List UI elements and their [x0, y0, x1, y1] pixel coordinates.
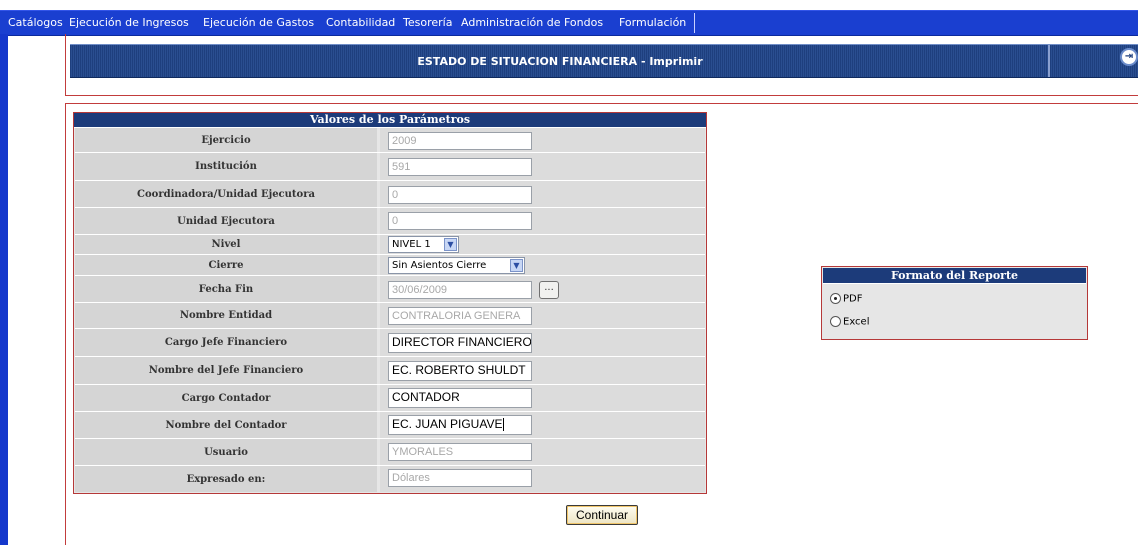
menu-formulacion[interactable]: Formulación [619, 16, 686, 29]
param-row-nombre-entidad: Nombre Entidad CONTRALORIA GENERA [75, 303, 705, 329]
page-title: ESTADO DE SITUACION FINANCIERA - Imprimi… [417, 55, 703, 68]
top-menu-bar: Catálogos Ejecución de Ingresos Ejecució… [0, 10, 1138, 36]
menu-administracion-fondos[interactable]: Administración de Fondos [461, 16, 603, 29]
param-row-coordinadora: Coordinadora/Unidad Ejecutora 0 [75, 181, 705, 208]
radio-selected-icon[interactable] [830, 293, 841, 304]
menu-tesoreria[interactable]: Tesorería [403, 16, 452, 29]
param-row-cargo-jefe: Cargo Jefe Financiero DIRECTOR FINANCIER… [75, 329, 705, 357]
menu-contabilidad[interactable]: Contabilidad [326, 16, 395, 29]
header-divider [1048, 45, 1050, 77]
radio-unselected-icon[interactable] [830, 316, 841, 327]
param-label: Cargo Contador [75, 385, 377, 411]
param-row-expresado: Expresado en: Dólares [75, 466, 705, 492]
report-format-panel: Formato del Reporte PDF Excel [821, 266, 1088, 340]
format-option-label: PDF [843, 293, 863, 305]
param-row-nombre-jefe: Nombre del Jefe Financiero EC. ROBERTO S… [75, 357, 705, 385]
nombre-entidad-input[interactable]: CONTRALORIA GENERA [388, 307, 532, 325]
cargo-jefe-input[interactable]: DIRECTOR FINANCIERO [388, 333, 532, 353]
param-label: Nombre del Contador [75, 412, 377, 438]
cierre-select[interactable]: Sin Asientos Cierre ▼ [388, 257, 525, 274]
menu-ejecucion-ingresos[interactable]: Ejecución de Ingresos [69, 16, 189, 29]
nivel-select-value: NIVEL 1 [392, 239, 431, 250]
param-row-institucion: Institución 591 [75, 153, 705, 181]
menu-divider [694, 13, 695, 33]
param-row-nivel: Nivel NIVEL 1 ▼ [75, 235, 705, 255]
format-option-excel[interactable]: Excel [830, 316, 870, 328]
param-row-cierre: Cierre Sin Asientos Cierre ▼ [75, 255, 705, 276]
nombre-contador-value: EC. JUAN PIGUAVE [392, 417, 503, 431]
page-header: ESTADO DE SITUACION FINANCIERA - Imprimi… [70, 44, 1138, 78]
expresado-input[interactable]: Dólares [388, 469, 532, 487]
param-label: Nivel [75, 235, 377, 254]
fecha-fin-input[interactable]: 30/06/2009 [388, 281, 532, 299]
left-border-stripe [0, 34, 8, 545]
ejercicio-input[interactable]: 2009 [388, 132, 532, 150]
institucion-input[interactable]: 591 [388, 158, 532, 176]
continue-button[interactable]: Continuar [566, 505, 638, 525]
cargo-contador-input[interactable]: CONTADOR [388, 388, 532, 408]
param-label: Fecha Fin [75, 276, 377, 302]
param-label: Nombre del Jefe Financiero [75, 357, 377, 384]
coordinadora-input[interactable]: 0 [388, 186, 532, 204]
nombre-contador-input[interactable]: EC. JUAN PIGUAVE [388, 415, 532, 435]
exit-door-icon[interactable]: ⇥ [1120, 48, 1138, 66]
chevron-down-icon[interactable]: ▼ [444, 238, 457, 251]
unidad-ejecutora-input[interactable]: 0 [388, 212, 532, 230]
param-row-fecha-fin: Fecha Fin 30/06/2009 ... [75, 276, 705, 303]
date-picker-button[interactable]: ... [539, 281, 559, 299]
param-label: Coordinadora/Unidad Ejecutora [75, 181, 377, 207]
format-option-pdf[interactable]: PDF [830, 293, 862, 305]
report-format-title: Formato del Reporte [823, 268, 1086, 284]
param-row-ejercicio: Ejercicio 2009 [75, 128, 705, 153]
nombre-jefe-input[interactable]: EC. ROBERTO SHULDT [388, 361, 532, 381]
menu-catalogos[interactable]: Catálogos [8, 16, 63, 29]
param-row-nombre-contador: Nombre del Contador EC. JUAN PIGUAVE [75, 412, 705, 439]
nivel-select[interactable]: NIVEL 1 ▼ [388, 236, 459, 253]
param-label: Expresado en: [75, 466, 377, 492]
param-row-usuario: Usuario YMORALES [75, 439, 705, 466]
chevron-down-icon[interactable]: ▼ [510, 259, 523, 272]
parameters-panel: Valores de los Parámetros Ejercicio 2009… [73, 112, 707, 494]
parameters-panel-title: Valores de los Parámetros [74, 113, 706, 128]
menu-ejecucion-gastos[interactable]: Ejecución de Gastos [203, 16, 314, 29]
text-cursor [503, 418, 505, 432]
param-row-unidad-ejecutora: Unidad Ejecutora 0 [75, 208, 705, 235]
usuario-input[interactable]: YMORALES [388, 443, 532, 461]
cierre-select-value: Sin Asientos Cierre [392, 260, 487, 271]
param-label: Usuario [75, 439, 377, 465]
param-label: Cargo Jefe Financiero [75, 329, 377, 356]
param-row-cargo-contador: Cargo Contador CONTADOR [75, 385, 705, 412]
param-label: Unidad Ejecutora [75, 208, 377, 234]
param-label: Institución [75, 153, 377, 180]
param-label: Nombre Entidad [75, 303, 377, 328]
param-label: Ejercicio [75, 128, 377, 152]
format-option-label: Excel [843, 316, 870, 328]
param-label: Cierre [75, 255, 377, 275]
